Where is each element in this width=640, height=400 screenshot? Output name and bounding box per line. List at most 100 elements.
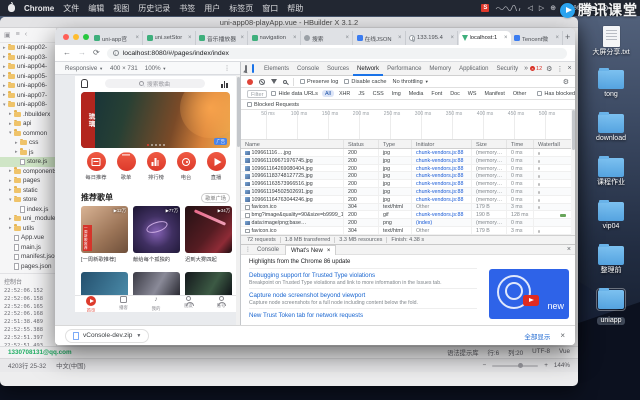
tree-item-uni-app06-[interactable]: ▸uni-app06-: [0, 81, 56, 91]
table-row[interactable]: favicon.ico304text/htmlOther179 B3 ms: [241, 227, 575, 235]
desktop-icon-download[interactable]: download: [586, 114, 636, 143]
tree-item-store.js[interactable]: store.js: [0, 157, 56, 167]
more-tabs-icon[interactable]: »: [522, 62, 530, 76]
table-row[interactable]: 109661164763044246.jpg200jpgchunk-vendor…: [241, 196, 575, 204]
whatsnew-item[interactable]: Capture node screenshot beyond viewportC…: [249, 288, 477, 308]
table-row[interactable]: 109661164269080404.jpg200jpgchunk-vendor…: [241, 165, 575, 173]
close-shelf-icon[interactable]: ×: [560, 331, 565, 340]
filter-js[interactable]: JS: [355, 90, 367, 97]
menu-item-书签[interactable]: 书签: [179, 3, 195, 14]
tree-item-pages.json[interactable]: pages.json: [0, 262, 56, 272]
zoom-in-icon[interactable]: +: [544, 362, 548, 369]
browser-tab-1[interactable]: uni-app官×: [91, 31, 143, 45]
close-window-button[interactable]: [63, 34, 69, 40]
column-header-initiator[interactable]: Initiator: [412, 140, 472, 148]
device-more-icon[interactable]: ⋮: [224, 65, 230, 72]
request-initiator[interactable]: chunk-vendors.js:88: [412, 196, 472, 203]
tree-item-store[interactable]: ▾store: [0, 195, 56, 205]
tab-close-icon[interactable]: ×: [398, 35, 402, 41]
tab-close-icon[interactable]: ×: [240, 35, 244, 41]
device-mode-select[interactable]: Responsive ▼: [65, 65, 103, 72]
menu-item-视图[interactable]: 视图: [113, 3, 129, 14]
media-prev-icon[interactable]: ◁: [527, 4, 532, 12]
blocked-requests-checkbox[interactable]: Blocked Requests: [247, 102, 299, 108]
menu-item-用户[interactable]: 用户: [204, 3, 220, 14]
column-header-name[interactable]: Name: [241, 140, 344, 148]
whatsnew-item[interactable]: Debugging support for Trusted Type viola…: [249, 268, 477, 288]
request-initiator[interactable]: chunk-vendors.js:88: [412, 180, 472, 187]
zoom-out-icon[interactable]: −: [483, 362, 487, 369]
throttling-select[interactable]: No throttling ▼: [393, 79, 429, 85]
browser-tab-7[interactable]: 133.195.4×: [406, 31, 458, 45]
download-caret-icon[interactable]: ▼: [136, 333, 141, 339]
table-row[interactable]: data:image/png;base…200png(index)(memory…: [241, 219, 575, 227]
tree-item-components[interactable]: ▸components: [0, 167, 56, 177]
column-header-time[interactable]: Time: [507, 140, 534, 148]
reload-button[interactable]: ⟳: [93, 49, 100, 57]
tree-item-uni-app02-[interactable]: ▸uni-app02-: [0, 43, 56, 53]
playlist-cover[interactable]: [133, 272, 180, 295]
filter-media[interactable]: Media: [406, 90, 427, 97]
tree-item-api[interactable]: ▸api: [0, 119, 56, 129]
filter-manifest[interactable]: Manifest: [481, 90, 507, 97]
feature-电台[interactable]: 电台: [171, 152, 201, 181]
device-toggle-icon[interactable]: [252, 64, 254, 73]
tree-item-common[interactable]: ▾common: [0, 129, 56, 139]
network-settings-icon[interactable]: ⚙: [563, 78, 569, 86]
feature-排行榜[interactable]: 排行榜: [141, 152, 171, 181]
tree-item-pages[interactable]: ▸pages: [0, 176, 56, 186]
preserve-log-checkbox[interactable]: Preserve log: [300, 79, 338, 85]
drawer-tab-whatsnew[interactable]: What's New×: [285, 245, 336, 255]
table-row[interactable]: 109661183748127725.jpg200jpgchunk-vendor…: [241, 172, 575, 180]
tree-item-uni-app08-[interactable]: ▾uni-app08-: [0, 100, 56, 110]
browser-tab-5[interactable]: 搜索×: [301, 31, 353, 45]
filter-doc[interactable]: Doc: [447, 90, 463, 97]
filter-font[interactable]: Font: [428, 90, 445, 97]
menu-item-文件[interactable]: 文件: [63, 3, 79, 14]
back-button[interactable]: ←: [63, 49, 71, 57]
devtools-tab-sources[interactable]: Sources: [323, 62, 353, 76]
active-app-name[interactable]: Chrome: [24, 4, 54, 13]
browser-tab-2[interactable]: uni.setStor×: [144, 31, 196, 45]
banner-carousel[interactable]: 琉璃 广告: [81, 92, 230, 148]
tab-close-icon[interactable]: ×: [450, 35, 454, 41]
desktop-icon-课程作业[interactable]: 课程作业: [586, 158, 636, 187]
chrome-window[interactable]: uni-app官×uni.setStor×音乐播放器×navigation×搜索…: [55, 28, 575, 345]
tab-close-icon[interactable]: ×: [188, 35, 192, 41]
tree-item-uni-app07-[interactable]: ▸uni-app07-: [0, 91, 56, 101]
menu-item-标签页[interactable]: 标签页: [229, 3, 253, 14]
refresh-icon[interactable]: ≡: [16, 31, 20, 39]
filter-all[interactable]: All: [322, 90, 334, 97]
input-method-icon[interactable]: S: [481, 4, 489, 12]
apple-menu-icon[interactable]: [8, 4, 15, 12]
minimize-window-button[interactable]: [73, 34, 79, 40]
network-search-icon[interactable]: [283, 80, 287, 84]
account-badge[interactable]: 1330708131@qq.com: [8, 349, 72, 356]
playlist-cover[interactable]: ▶77万: [133, 206, 180, 253]
tree-item-static[interactable]: ▸static: [0, 186, 56, 196]
request-initiator[interactable]: chunk-vendors.js:88: [412, 149, 472, 156]
browser-tab-3[interactable]: 音乐播放器×: [196, 31, 248, 45]
tree-item-js[interactable]: ▸js: [0, 148, 56, 158]
tree-item-.hbuilderx[interactable]: ▸.hbuilderx: [0, 110, 56, 120]
desktop-icon-整理前[interactable]: 整理前: [586, 246, 636, 275]
tree-item-utils[interactable]: ▸utils: [0, 224, 56, 234]
app-tab-播客[interactable]: 播客: [109, 296, 139, 311]
error-badge[interactable]: ×12: [530, 66, 542, 72]
filter-ws[interactable]: WS: [465, 90, 480, 97]
menu-item-帮助[interactable]: 帮助: [287, 3, 303, 14]
desktop-icon-vip04[interactable]: vip04: [586, 202, 636, 231]
disable-cache-checkbox[interactable]: Disable cache: [344, 79, 386, 85]
tab-close-icon[interactable]: ×: [135, 35, 139, 41]
browser-tab-6[interactable]: 在线JSON×: [354, 31, 406, 45]
playlist-cover[interactable]: ▶12万一周新歌推荐: [81, 206, 128, 253]
devtools-tab-elements[interactable]: Elements: [260, 62, 293, 76]
whatsnew-item-title[interactable]: New Trust Token tab for network requests: [249, 312, 477, 319]
filter-input[interactable]: Filter: [247, 90, 267, 98]
site-info-icon[interactable]: i: [113, 50, 119, 56]
whatsnew-item-title[interactable]: Debugging support for Trusted Type viola…: [249, 272, 477, 279]
drawer-close-icon[interactable]: ×: [567, 246, 571, 253]
request-initiator[interactable]: chunk-vendors.js:88: [412, 211, 472, 218]
devtools-menu-icon[interactable]: ⋮: [556, 65, 563, 73]
whatsnew-video-thumbnail[interactable]: new: [489, 269, 569, 319]
